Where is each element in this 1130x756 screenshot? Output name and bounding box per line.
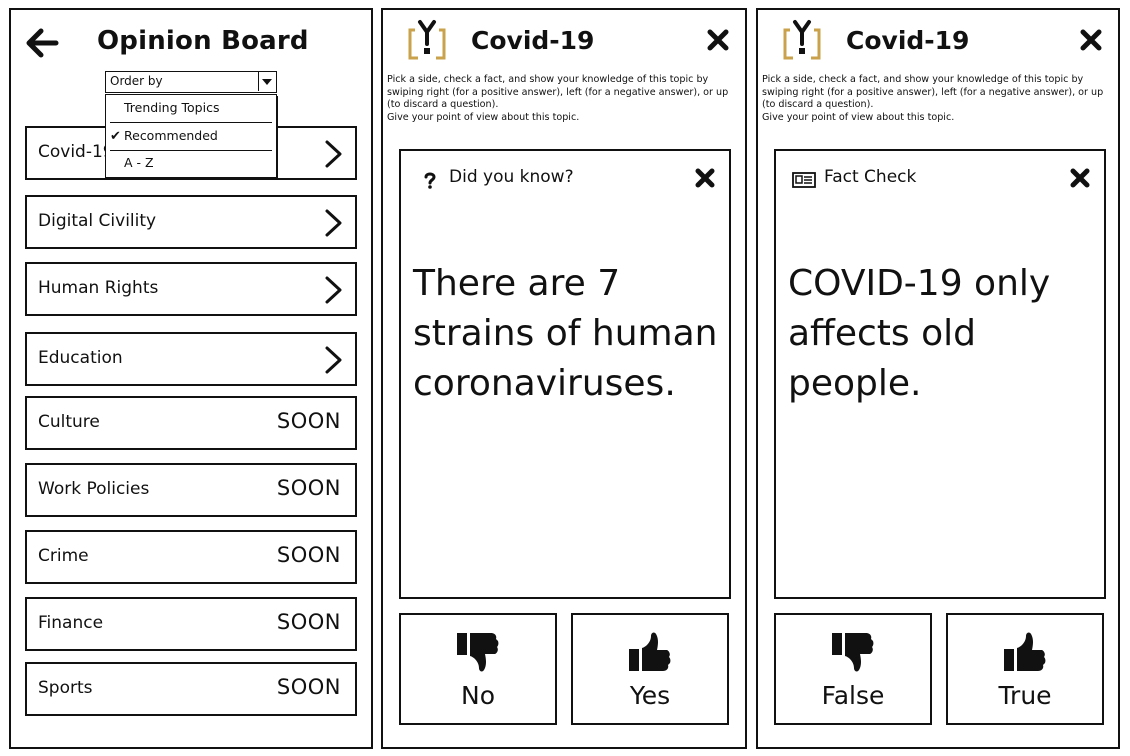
- thumbs-down-icon: [457, 633, 499, 672]
- dropdown-option-trending[interactable]: Trending Topics: [106, 95, 276, 121]
- fact-check-screen: Covid-19 Pick a side, check a fact, and …: [756, 8, 1120, 749]
- chevron-right-icon: [325, 209, 342, 237]
- chevron-right-icon: [325, 140, 342, 168]
- logo-icon: [783, 20, 821, 60]
- soon-badge: SOON: [276, 476, 341, 500]
- did-you-know-screen: Covid-19 Pick a side, check a fact, and …: [381, 8, 747, 749]
- soon-badge: SOON: [276, 610, 341, 634]
- false-label: False: [821, 681, 885, 710]
- card-statement: There are 7 strains of human coronavirus…: [413, 263, 718, 404]
- question-icon: [424, 172, 436, 189]
- question-card[interactable]: Did you know? There are 7 strains of hum…: [399, 149, 731, 599]
- opinion-board-screen: Opinion Board Order by Trending Topics ✔…: [9, 8, 373, 749]
- chevron-right-icon: [325, 276, 342, 304]
- newspaper-icon: [792, 172, 816, 188]
- topic-label: Work Policies: [38, 479, 150, 499]
- order-by-dropdown: Trending Topics ✔ Recommended A - Z: [105, 94, 277, 178]
- topic-label: Crime: [38, 546, 89, 566]
- yes-button[interactable]: Yes: [571, 613, 729, 725]
- page-title: Opinion Board: [97, 26, 309, 56]
- back-arrow-icon[interactable]: [25, 28, 59, 58]
- topic-label: Finance: [38, 613, 104, 633]
- close-icon[interactable]: [695, 168, 715, 188]
- topic-label: Human Rights: [38, 278, 159, 298]
- topic-item-human-rights[interactable]: Human Rights: [25, 262, 357, 316]
- topic-item-crime[interactable]: Crime SOON: [25, 530, 357, 584]
- screen-title: Covid-19: [846, 26, 970, 55]
- close-icon[interactable]: [707, 29, 729, 51]
- fact-card[interactable]: Fact Check COVID-19 only affects old peo…: [774, 149, 1106, 599]
- topic-label: Education: [38, 348, 123, 368]
- chevron-down-icon[interactable]: [258, 72, 276, 91]
- dropdown-option-a-z[interactable]: A - Z: [106, 150, 276, 176]
- soon-badge: SOON: [276, 675, 341, 699]
- no-label: No: [461, 681, 495, 710]
- thumbs-up-icon: [629, 632, 671, 671]
- close-icon[interactable]: [1080, 29, 1102, 51]
- topic-item-education[interactable]: Education: [25, 332, 357, 386]
- topic-label: Culture: [38, 412, 100, 432]
- topic-item-work-policies[interactable]: Work Policies SOON: [25, 463, 357, 517]
- soon-badge: SOON: [276, 543, 341, 567]
- instructions-text: Pick a side, check a fact, and show your…: [762, 74, 1104, 123]
- topic-item-digital-civility[interactable]: Digital Civility: [25, 195, 357, 249]
- no-button[interactable]: No: [399, 613, 557, 725]
- thumbs-up-icon: [1004, 632, 1046, 671]
- card-type-label: Did you know?: [449, 167, 574, 187]
- card-statement: COVID-19 only affects old people.: [788, 263, 1051, 404]
- yes-label: Yes: [629, 681, 671, 710]
- topic-item-culture[interactable]: Culture SOON: [25, 396, 357, 450]
- topic-label: Digital Civility: [38, 211, 157, 231]
- soon-badge: SOON: [276, 409, 341, 433]
- instructions-text: Pick a side, check a fact, and show your…: [387, 74, 729, 123]
- false-button[interactable]: False: [774, 613, 932, 725]
- screen-title: Covid-19: [471, 26, 595, 55]
- order-by-label: Order by: [110, 74, 163, 88]
- thumbs-down-icon: [832, 633, 874, 672]
- true-label: True: [998, 681, 1052, 710]
- card-type-label: Fact Check: [824, 167, 917, 187]
- topic-item-finance[interactable]: Finance SOON: [25, 597, 357, 651]
- checkmark-icon: ✔: [110, 129, 121, 144]
- dropdown-option-recommended[interactable]: ✔ Recommended: [106, 123, 276, 149]
- chevron-right-icon: [325, 346, 342, 374]
- topic-label: Covid-19: [38, 142, 114, 162]
- order-by-select[interactable]: Order by: [105, 71, 277, 93]
- topic-item-sports[interactable]: Sports SOON: [25, 662, 357, 716]
- topic-label: Sports: [38, 678, 93, 698]
- true-button[interactable]: True: [946, 613, 1104, 725]
- close-icon[interactable]: [1070, 168, 1090, 188]
- logo-icon: [408, 20, 446, 60]
